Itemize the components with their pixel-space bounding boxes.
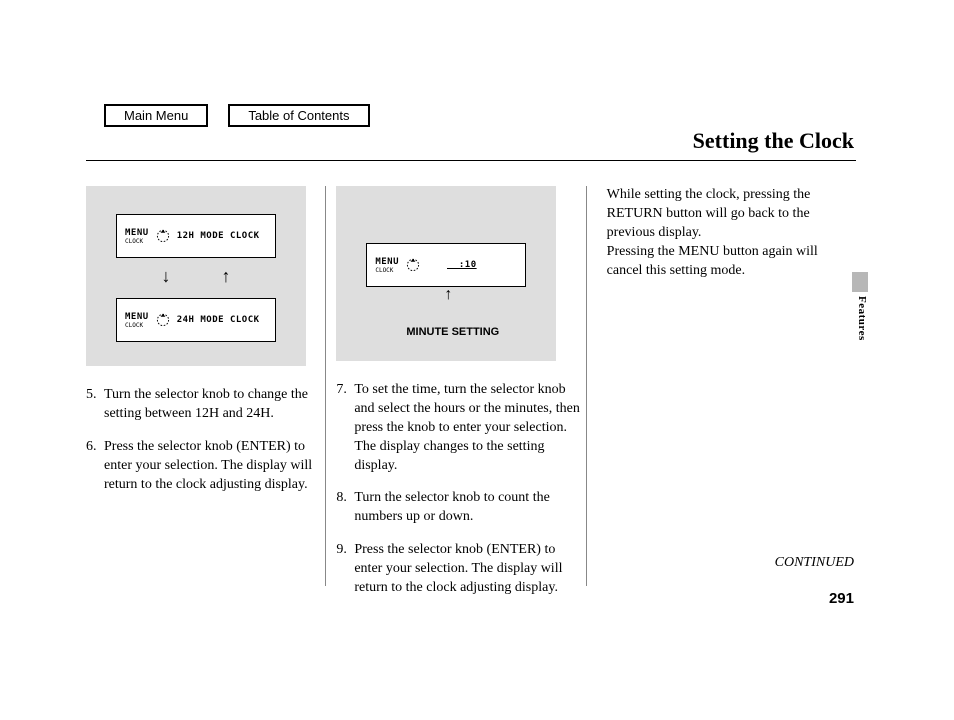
knob-icon <box>405 257 421 273</box>
arrow-up-icon: ↑ <box>222 266 231 296</box>
lcd-menu-label: MENU <box>125 312 149 322</box>
steps-col1: 5. Turn the selector knob to change the … <box>86 386 325 494</box>
toggle-arrows: ↓ ↑ <box>136 266 256 296</box>
continued-label: CONTINUED <box>775 555 854 571</box>
step-6: 6. Press the selector knob (ENTER) to en… <box>86 438 325 495</box>
figure-1: MENU CLOCK 12H MODE CLOCK ↓ ↑ MENU CLOCK <box>86 186 306 366</box>
lcd-menu-sublabel: CLOCK <box>125 238 149 245</box>
step-number: 9. <box>336 541 354 598</box>
page-number: 291 <box>829 590 854 607</box>
step-text: To set the time, turn the selector knob … <box>354 381 585 475</box>
steps-col2: 7. To set the time, turn the selector kn… <box>336 381 585 598</box>
lcd-menu-label: MENU <box>125 228 149 238</box>
column-1: MENU CLOCK 12H MODE CLOCK ↓ ↑ MENU CLOCK <box>86 186 325 612</box>
column-3: While setting the clock, pressing the RE… <box>607 186 856 612</box>
callout-arrow-icon: ↑ <box>444 286 452 304</box>
column-divider <box>586 186 587 586</box>
step-number: 8. <box>336 489 354 527</box>
title-rule <box>86 160 856 161</box>
lcd-24h-text: 24H MODE CLOCK <box>177 315 260 325</box>
lcd-menu-sublabel: CLOCK <box>125 322 149 329</box>
step-number: 6. <box>86 438 104 495</box>
step-9: 9. Press the selector knob (ENTER) to en… <box>336 541 585 598</box>
step-text: Turn the selector knob to change the set… <box>104 386 325 424</box>
column-2: MENU CLOCK __:10 ↑ MINUTE SETTING 7. To … <box>336 186 585 612</box>
step-number: 5. <box>86 386 104 424</box>
step-text: Press the selector knob (ENTER) to enter… <box>104 438 325 495</box>
knob-icon <box>155 228 171 244</box>
arrow-down-icon: ↓ <box>162 266 171 296</box>
figure-2: MENU CLOCK __:10 ↑ MINUTE SETTING <box>336 186 556 361</box>
callout-label: MINUTE SETTING <box>406 326 499 338</box>
lcd-menu-sublabel: CLOCK <box>375 267 399 274</box>
step-number: 7. <box>336 381 354 475</box>
lcd-12h-text: 12H MODE CLOCK <box>177 231 260 241</box>
content-columns: MENU CLOCK 12H MODE CLOCK ↓ ↑ MENU CLOCK <box>86 186 856 612</box>
page-title: Setting the Clock <box>693 128 854 154</box>
lcd-minute-text: __:10 <box>447 260 477 270</box>
knob-icon <box>155 312 171 328</box>
step-7: 7. To set the time, turn the selector kn… <box>336 381 585 475</box>
main-menu-button[interactable]: Main Menu <box>104 104 208 127</box>
top-nav: Main Menu Table of Contents <box>104 104 370 127</box>
step-text: Press the selector knob (ENTER) to enter… <box>354 541 585 598</box>
lcd-panel-minute: MENU CLOCK __:10 <box>366 243 526 287</box>
step-5: 5. Turn the selector knob to change the … <box>86 386 325 424</box>
lcd-panel-12h: MENU CLOCK 12H MODE CLOCK <box>116 214 276 258</box>
lcd-panel-24h: MENU CLOCK 24H MODE CLOCK <box>116 298 276 342</box>
toc-button[interactable]: Table of Contents <box>228 104 369 127</box>
column-divider <box>325 186 326 586</box>
step-text: Turn the selector knob to count the numb… <box>354 489 585 527</box>
step-8: 8. Turn the selector knob to count the n… <box>336 489 585 527</box>
lcd-menu-label: MENU <box>375 257 399 267</box>
note-paragraph: While setting the clock, pressing the RE… <box>607 186 856 280</box>
